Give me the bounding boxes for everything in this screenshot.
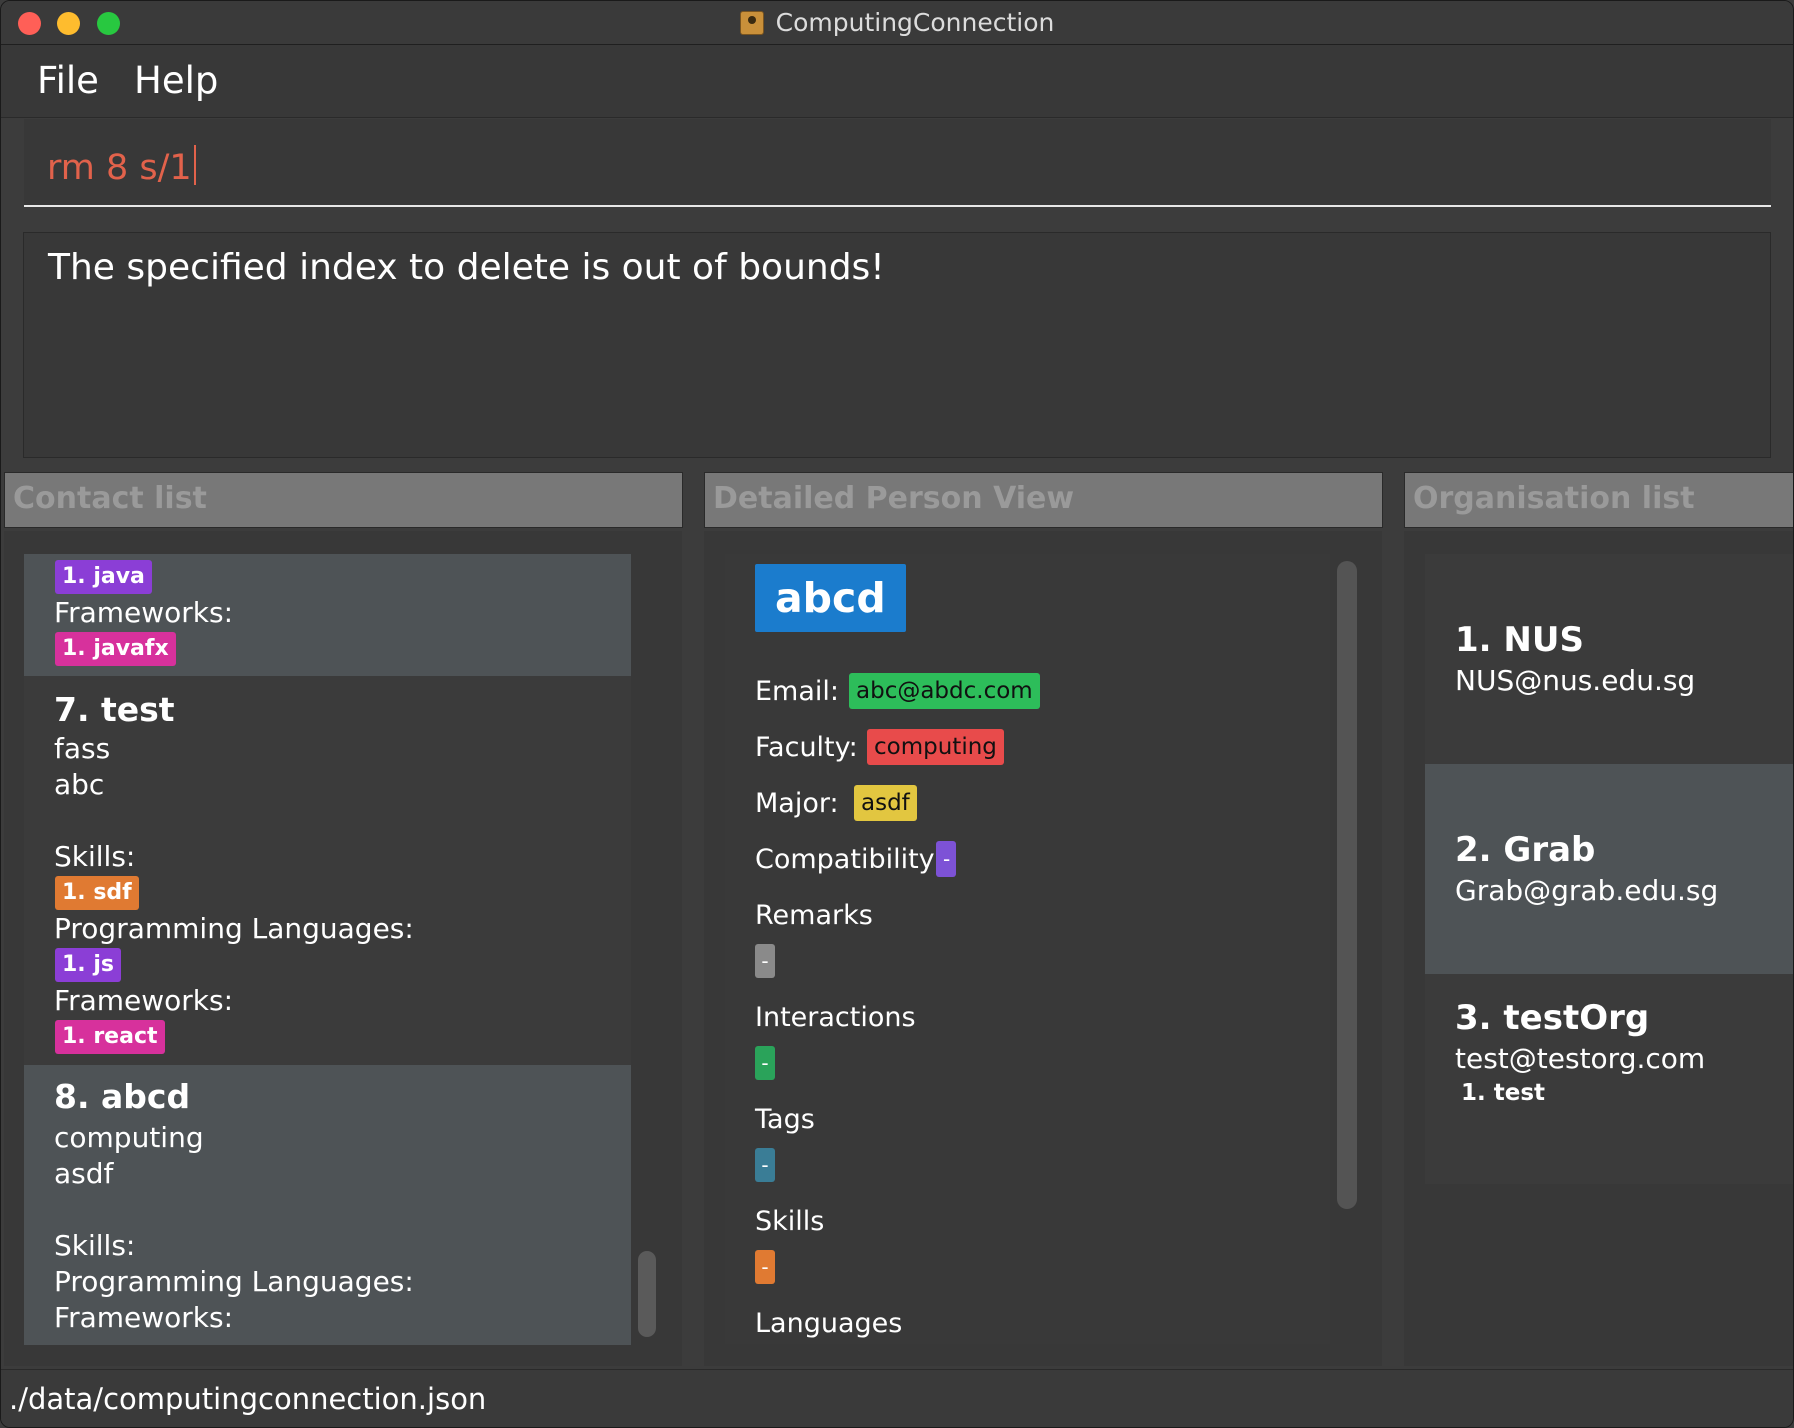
data-file-path: ./data/computingconnection.json [9, 1382, 487, 1416]
contact-name: 7. test [54, 690, 175, 729]
org-email: Grab@grab.edu.sg [1455, 874, 1719, 907]
organisation-list[interactable]: 1. NUS NUS@nus.edu.sg 2. Grab Grab@grab.… [1425, 554, 1793, 1184]
language-tag: 1. java [55, 560, 152, 594]
contact-card[interactable]: 1. java Frameworks: 1. javafx [24, 554, 631, 676]
faculty-label: Faculty: [755, 732, 858, 763]
contact-card-8[interactable]: 8. abcd computing asdf Skills: Programmi… [24, 1065, 631, 1345]
languages-label: Languages [755, 1308, 903, 1339]
languages-label: Programming Languages: [54, 912, 414, 945]
org-name: 3. testOrg [1455, 998, 1650, 1038]
compatibility-tag: - [936, 841, 956, 877]
major-label: Major: [755, 788, 839, 819]
email-label: Email: [755, 676, 840, 707]
framework-tag: 1. react [55, 1020, 165, 1054]
remarks-tag: - [755, 944, 775, 978]
text-caret [193, 145, 196, 185]
skills-label: Skills: [54, 840, 136, 873]
remarks-label: Remarks [755, 900, 873, 931]
org-card-2[interactable]: 2. Grab Grab@grab.edu.sg [1425, 764, 1793, 974]
contact-name: 8. abcd [54, 1077, 191, 1116]
org-email: test@testorg.com [1455, 1042, 1706, 1075]
title-bar: ComputingConnection [1, 1, 1793, 45]
contact-major: asdf [54, 1157, 114, 1190]
framework-tag: 1. javafx [55, 632, 176, 666]
org-list-header: Organisation list [1404, 472, 1793, 528]
menu-bar: File Help [1, 45, 1793, 118]
contact-card-7[interactable]: 7. test fass abc Skills: 1. sdf Programm… [24, 676, 631, 1065]
faculty-tag: computing [867, 729, 1004, 765]
org-email: NUS@nus.edu.sg [1455, 664, 1696, 697]
compatibility-label: Compatibility [755, 844, 935, 875]
detail-view-title: Detailed Person View [713, 481, 1075, 516]
languages-label: Programming Languages: [54, 1265, 414, 1298]
major-tag: asdf [854, 785, 917, 821]
detail-view-header: Detailed Person View [704, 472, 1383, 528]
detail-view[interactable]: abcd Email: abc@abdc.com Faculty: comput… [725, 554, 1330, 1344]
detail-view-scrollbar[interactable] [1337, 561, 1357, 1209]
address-book-icon [739, 10, 764, 35]
title-wrap: ComputingConnection [1, 1, 1793, 44]
status-bar: ./data/computingconnection.json [1, 1369, 1793, 1427]
org-list-title: Organisation list [1413, 481, 1695, 516]
frameworks-label: Frameworks: [54, 596, 234, 629]
command-input[interactable]: rm 8 s/1 [47, 145, 196, 188]
org-name: 1. NUS [1455, 620, 1584, 660]
window-title: ComputingConnection [775, 8, 1055, 37]
org-tag: 1. test [1461, 1080, 1546, 1106]
app-window: ComputingConnection File Help rm 8 s/1 T… [0, 0, 1794, 1428]
result-display: The specified index to delete is out of … [23, 232, 1771, 458]
contact-list-title: Contact list [13, 481, 207, 516]
contact-faculty: fass [54, 732, 111, 765]
skills-label: Skills [755, 1206, 825, 1237]
skills-tag: - [755, 1250, 775, 1284]
tags-tag: - [755, 1148, 775, 1182]
person-name: abcd [755, 564, 906, 632]
interactions-tag: - [755, 1046, 775, 1080]
org-card-1[interactable]: 1. NUS NUS@nus.edu.sg [1425, 554, 1793, 764]
menu-file[interactable]: File [37, 59, 99, 102]
contact-major: abc [54, 768, 105, 801]
language-tag: 1. js [55, 948, 121, 982]
tags-label: Tags [755, 1104, 815, 1135]
org-card-3[interactable]: 3. testOrg test@testorg.com 1. test [1425, 974, 1793, 1184]
command-text: rm 8 s/1 [47, 148, 192, 188]
contact-list-scrollbar[interactable] [638, 1251, 656, 1337]
skill-tag: 1. sdf [55, 876, 139, 910]
email-tag: abc@abdc.com [849, 673, 1040, 709]
frameworks-label: Frameworks: [54, 984, 234, 1017]
frameworks-label: Frameworks: [54, 1301, 234, 1334]
result-message: The specified index to delete is out of … [48, 247, 885, 288]
contact-faculty: computing [54, 1121, 204, 1154]
skills-label: Skills: [54, 1229, 136, 1262]
contact-list-header: Contact list [4, 472, 683, 528]
command-box[interactable]: rm 8 s/1 [24, 119, 1771, 207]
interactions-label: Interactions [755, 1002, 916, 1033]
org-name: 2. Grab [1455, 830, 1596, 870]
menu-help[interactable]: Help [134, 59, 218, 102]
contact-list[interactable]: 1. java Frameworks: 1. javafx 7. test fa… [24, 554, 631, 1345]
